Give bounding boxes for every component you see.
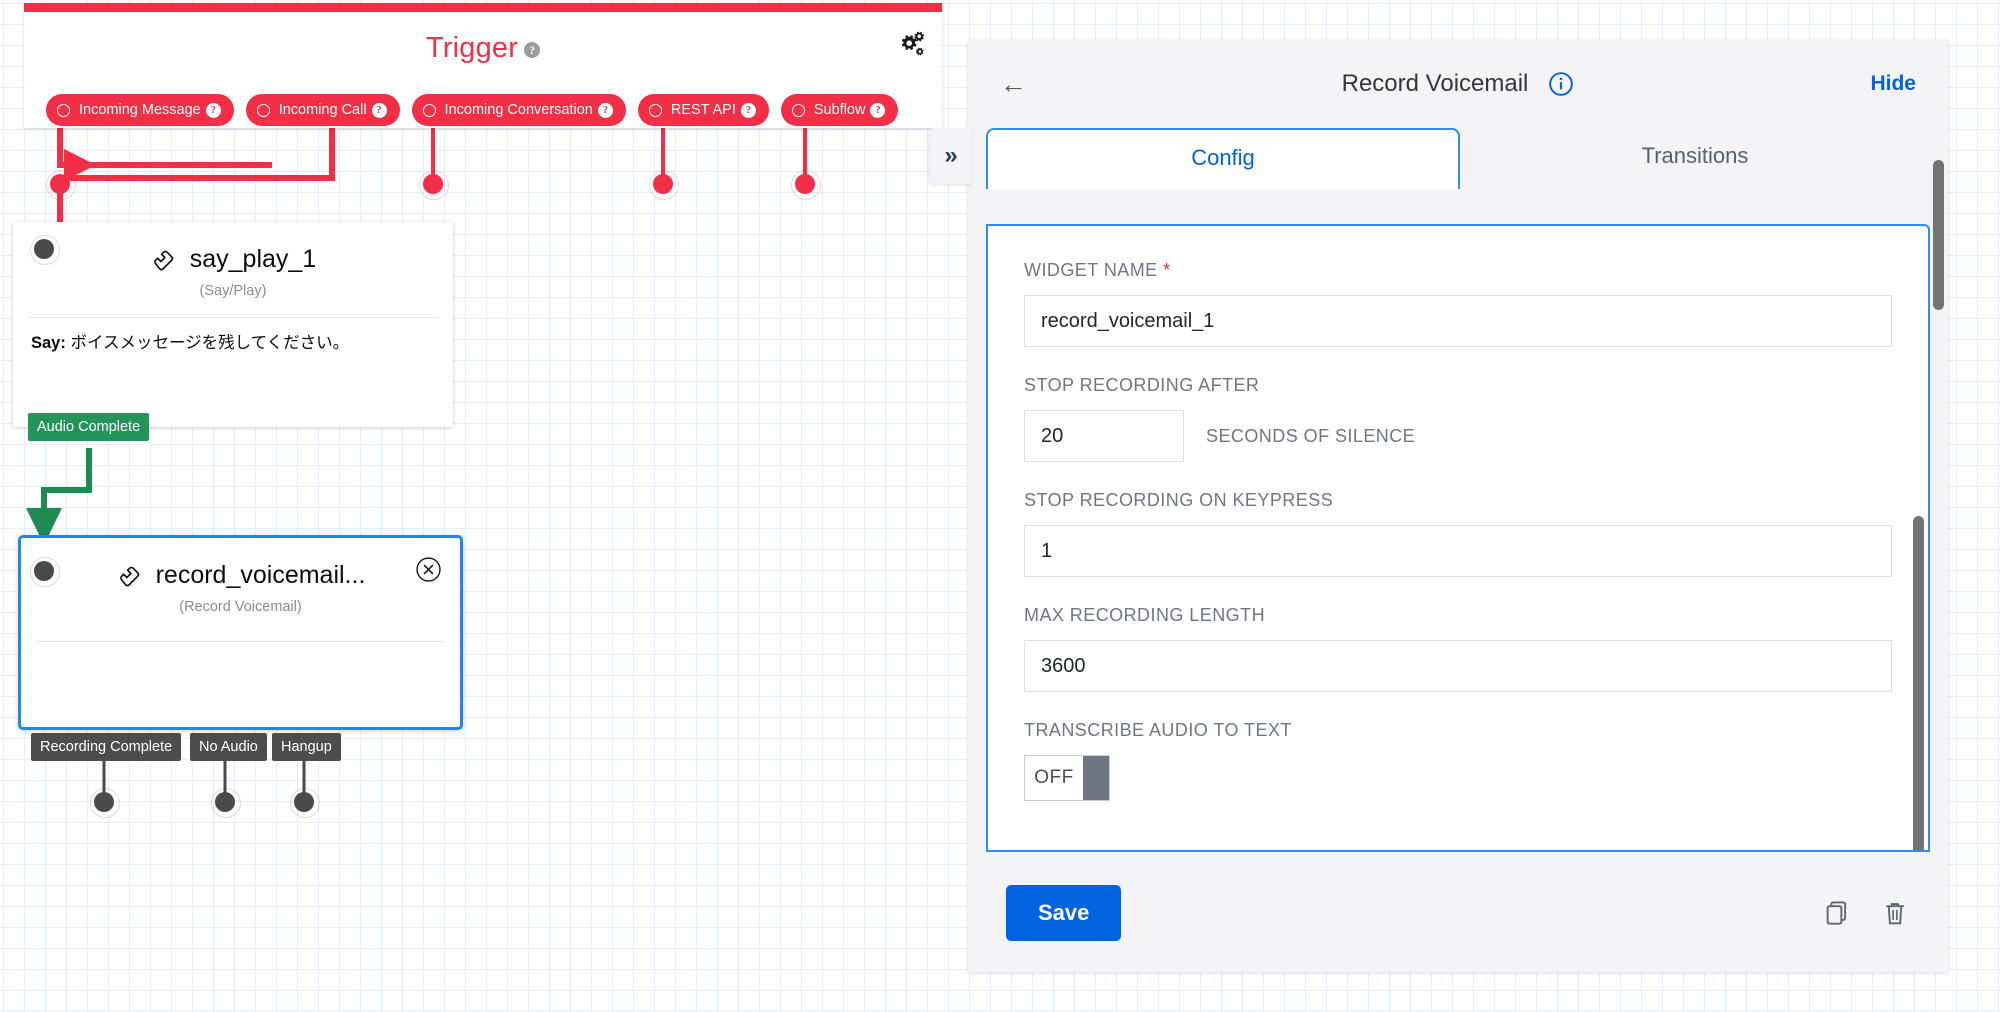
trigger-endpoint-rest-api[interactable] [649, 170, 679, 200]
circle-icon [791, 103, 805, 117]
question-mark-icon[interactable]: ? [371, 102, 387, 118]
question-mark-icon[interactable]: ? [205, 102, 221, 118]
trigger-widget[interactable]: Trigger? Incoming Message ? Incoming Cal… [24, 3, 942, 128]
node-name: say_play_1 [189, 244, 317, 273]
circle-icon [57, 103, 70, 117]
tab-config[interactable]: Config [986, 128, 1460, 189]
node-title: say_play_1 [13, 222, 453, 274]
node-body-text: ボイスメッセージを残してください。 [70, 334, 350, 352]
trigger-pill-label: Incoming Conversation [444, 102, 593, 118]
node-type: (Say/Play) [199, 283, 267, 299]
required-asterisk: * [1157, 260, 1171, 280]
node-record-output-hangup[interactable] [290, 788, 320, 818]
panel-scrollbar[interactable] [1933, 160, 1944, 310]
node-name: record_voicemail... [155, 560, 366, 589]
gears-icon[interactable] [896, 28, 926, 58]
transition-label-hangup[interactable]: Hangup [272, 733, 341, 761]
stop-recording-after-label: STOP RECORDING AFTER [1024, 375, 1260, 395]
save-button[interactable]: Save [1006, 885, 1122, 941]
copy-icon[interactable] [1822, 898, 1852, 928]
phone-handset-icon [119, 566, 139, 587]
panel-tabs: Config Transitions [968, 128, 1948, 189]
label-text: WIDGET NAME [1024, 260, 1158, 280]
arrow-left-icon[interactable]: ← [1000, 70, 1027, 98]
max-recording-length-input[interactable]: 3600 [1024, 640, 1892, 692]
divider [37, 641, 444, 642]
trigger-pill-rest-api[interactable]: REST API ? [637, 94, 769, 126]
tab-transitions[interactable]: Transitions [1460, 128, 1930, 187]
max-recording-length-label: MAX RECORDING LENGTH [1024, 605, 1266, 625]
transcribe-audio-toggle[interactable]: OFF [1024, 755, 1110, 801]
trigger-title-text: Trigger [425, 32, 519, 64]
trigger-pill-label: Incoming Call [278, 102, 367, 118]
trigger-endpoint-incoming-conversation[interactable] [419, 170, 449, 200]
config-form: WIDGET NAME * record_voicemail_1 STOP RE… [986, 224, 1930, 852]
stop-recording-after-row: 20 SECONDS OF SILENCE [1024, 410, 1892, 462]
double-chevron-right-icon[interactable]: » [930, 128, 972, 184]
widget-config-panel[interactable]: ← Record Voicemail Hide Config Transitio… [968, 40, 1948, 972]
node-record-output-no-audio[interactable] [211, 788, 241, 818]
trigger-endpoint-incoming-message[interactable] [46, 170, 76, 200]
node-title: record_voicemail... [21, 538, 460, 590]
close-circle-icon[interactable] [415, 556, 442, 583]
footer-icon-group [1822, 898, 1910, 928]
question-mark-icon[interactable]: ? [740, 102, 756, 118]
circle-icon [648, 103, 662, 117]
node-body-label: Say: [31, 334, 66, 352]
trigger-title: Trigger? [24, 32, 942, 65]
stop-recording-on-keypress-label: STOP RECORDING ON KEYPRESS [1024, 490, 1334, 510]
transition-label-audio-complete[interactable]: Audio Complete [28, 413, 150, 441]
trigger-pill-label: Subflow [813, 102, 866, 118]
panel-footer: Save [968, 854, 1948, 972]
trigger-pill-incoming-conversation[interactable]: Incoming Conversation ? [411, 94, 626, 126]
trash-icon[interactable] [1880, 898, 1910, 928]
panel-header: ← Record Voicemail Hide [968, 40, 1948, 128]
circle-icon [256, 103, 270, 117]
node-record-output-recording-complete[interactable] [90, 788, 120, 818]
trigger-pill-label: REST API [670, 102, 736, 118]
question-mark-icon[interactable]: ? [597, 102, 613, 118]
panel-title-group: Record Voicemail [968, 70, 1948, 98]
stop-recording-on-keypress-input[interactable]: 1 [1024, 525, 1892, 577]
trigger-endpoint-subflow[interactable] [791, 170, 821, 200]
question-mark-icon[interactable]: ? [870, 102, 886, 118]
trigger-pill-label: Incoming Message [79, 102, 201, 118]
node-say-play-input-endpoint[interactable] [30, 235, 60, 265]
node-record-input-endpoint[interactable] [30, 557, 60, 587]
toggle-state-label: OFF [1025, 756, 1083, 800]
node-say-play-1[interactable]: say_play_1 (Say/Play) Say: ボイスメッセージを残してく… [13, 222, 453, 427]
phone-handset-icon [153, 250, 173, 271]
widget-name-input[interactable]: record_voicemail_1 [1024, 295, 1892, 347]
info-circle-icon[interactable] [1548, 71, 1574, 97]
form-scrollbar[interactable] [1913, 516, 1924, 850]
trigger-pill-incoming-call[interactable]: Incoming Call ? [245, 94, 400, 126]
node-body: Say: ボイスメッセージを残してください。 [13, 318, 453, 355]
connector-lines [26, 115, 807, 795]
hide-button[interactable]: Hide [1870, 72, 1916, 96]
widget-name-label: WIDGET NAME * [1024, 260, 1892, 281]
transcribe-audio-to-text-label: TRANSCRIBE AUDIO TO TEXT [1024, 720, 1292, 740]
trigger-pill-subflow[interactable]: Subflow ? [780, 94, 899, 126]
page-title: Record Voicemail [1341, 70, 1529, 97]
circle-icon [422, 103, 436, 117]
trigger-pill-incoming-message[interactable]: Incoming Message ? [46, 94, 234, 126]
stop-recording-after-input[interactable]: 20 [1024, 410, 1184, 462]
node-record-voicemail-1[interactable]: record_voicemail... (Record Voicemail) [18, 535, 463, 730]
seconds-of-silence-label: SECONDS OF SILENCE [1206, 425, 1416, 446]
transition-label-recording-complete[interactable]: Recording Complete [31, 733, 182, 761]
trigger-pill-list: Incoming Message ? Incoming Call ? Incom… [46, 94, 899, 126]
transition-label-no-audio[interactable]: No Audio [190, 733, 267, 761]
question-mark-icon[interactable]: ? [524, 42, 541, 58]
node-type: (Record Voicemail) [179, 599, 302, 615]
toggle-knob[interactable] [1083, 756, 1109, 800]
